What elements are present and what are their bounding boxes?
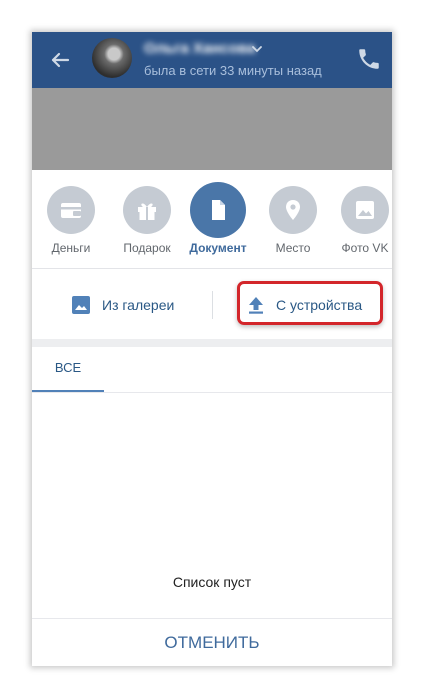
upload-icon — [249, 297, 263, 314]
last-seen-status: была в сети 33 минуты назад — [144, 63, 322, 78]
attach-gift-circle — [123, 186, 171, 234]
phone-icon — [359, 49, 379, 69]
attach-document-circle — [190, 182, 246, 238]
image-icon — [356, 201, 374, 219]
attach-document[interactable]: Документ — [183, 182, 253, 266]
image-icon — [72, 296, 90, 314]
chat-area — [32, 88, 392, 170]
tab-all[interactable]: ВСЕ — [32, 347, 104, 392]
from-gallery-button[interactable]: Из галереи — [72, 287, 174, 323]
screen: Ольга Хансова была в сети 33 минуты наза… — [32, 32, 392, 666]
attachment-type-row: Деньги Подарок Документ Место Фото VK — [32, 170, 392, 269]
attach-location-circle — [269, 186, 317, 234]
empty-list-message: Список пуст — [172, 574, 252, 590]
attach-location[interactable]: Место — [258, 186, 328, 266]
attach-gift[interactable]: Подарок — [112, 186, 182, 266]
cancel-button[interactable]: ОТМЕНИТЬ — [32, 618, 392, 666]
document-icon — [212, 200, 225, 220]
call-button[interactable] — [356, 46, 382, 72]
avatar[interactable] — [92, 38, 132, 78]
from-gallery-label: Из галереи — [102, 297, 175, 313]
attach-vk-photo[interactable]: Фото VK — [330, 186, 392, 266]
attach-money-circle — [47, 186, 95, 234]
document-tabs: ВСЕ — [32, 347, 392, 393]
wallet-icon — [61, 203, 81, 218]
location-pin-icon — [286, 200, 300, 220]
divider — [212, 291, 213, 319]
attach-vk-photo-circle — [341, 186, 389, 234]
contact-name[interactable]: Ольга Хансова — [144, 40, 255, 57]
arrow-left-icon — [51, 52, 70, 68]
chat-header: Ольга Хансова была в сети 33 минуты наза… — [32, 32, 392, 88]
chevron-down-icon[interactable] — [251, 43, 263, 55]
back-button[interactable] — [46, 46, 74, 74]
source-selector: Из галереи С устройства — [32, 269, 392, 347]
from-device-label: С устройства — [276, 297, 363, 313]
attach-vk-photo-label: Фото VK — [341, 241, 389, 255]
gift-icon — [138, 203, 156, 220]
from-device-button[interactable]: С устройства — [248, 287, 362, 323]
attach-money[interactable]: Деньги — [36, 186, 106, 266]
